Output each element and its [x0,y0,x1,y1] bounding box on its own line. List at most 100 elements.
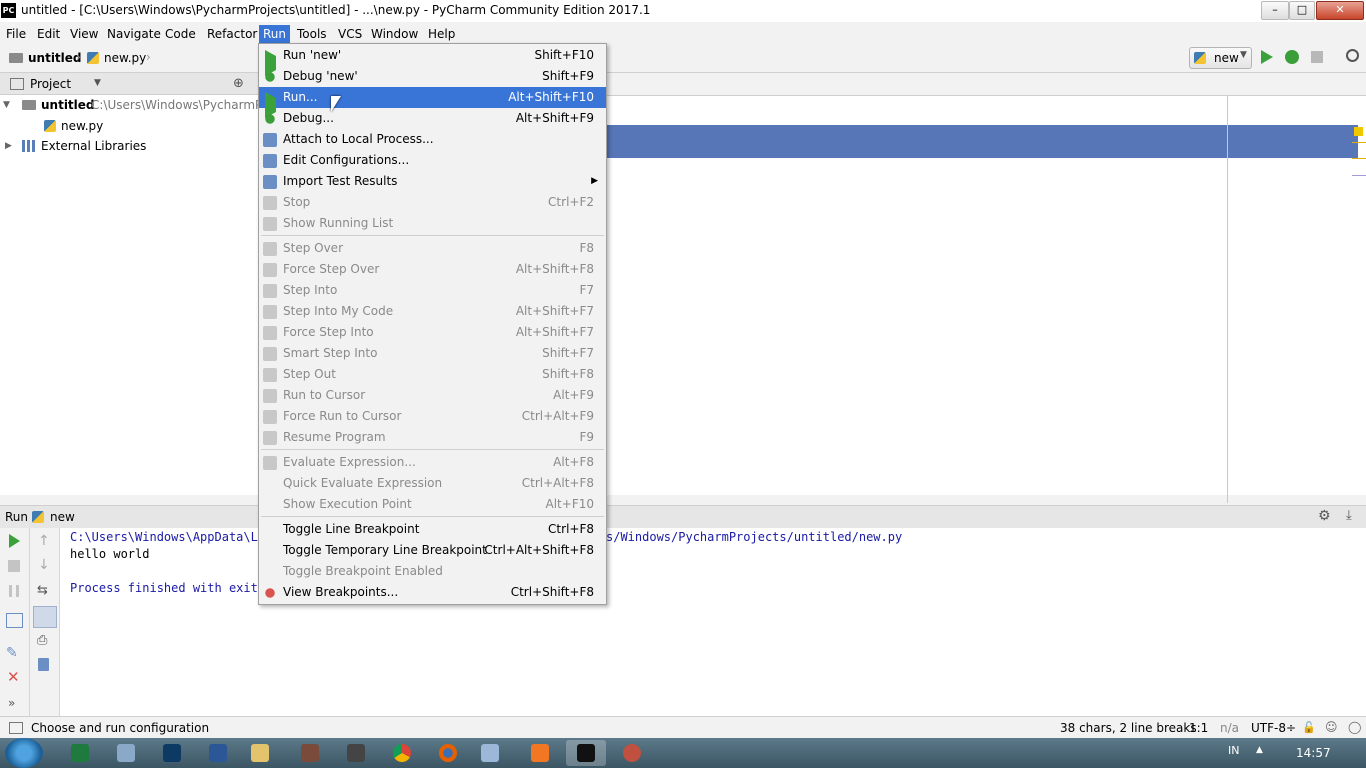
run-icon[interactable] [1261,50,1273,64]
menu-edit[interactable]: Edit [33,25,64,43]
menu-navigate[interactable]: Navigate [103,25,165,43]
tree-item-root[interactable]: ▼ untitled C:\Users\Windows\PycharmPro [0,95,274,115]
menu-refactor[interactable]: Refactor [203,25,261,43]
menu-item-debug[interactable]: Debug... Alt+Shift+F9 [259,108,606,129]
menu-item-shortcut: Alt+Shift+F7 [515,325,594,339]
stop-icon[interactable] [8,560,20,572]
more-icon[interactable]: » [8,696,15,710]
event-log-icon[interactable]: ◯ [1348,720,1361,734]
rerun-icon[interactable] [9,534,20,548]
breadcrumb-project[interactable]: untitled [28,51,82,65]
taskbar-network[interactable] [106,740,146,766]
menu-item-shortcut: Ctrl+Alt+F8 [521,476,594,490]
library-icon [22,140,36,152]
menu-item-view-breakpoints[interactable]: View Breakpoints... Ctrl+Shift+F8 [259,582,606,603]
console-line-exit: Process finished with exit [70,581,258,595]
arrow-down-icon[interactable]: ↓ [38,557,50,573]
taskbar-excel[interactable] [60,740,100,766]
taskbar-app2[interactable] [612,740,652,766]
menu-view[interactable]: View [66,25,102,43]
maximize-button[interactable]: □ [1289,1,1315,20]
run-tab-label[interactable]: new [50,510,75,524]
taskbar-explorer[interactable] [240,740,280,766]
menu-vcs[interactable]: VCS [334,25,366,43]
expand-right-icon[interactable]: ▶ [5,136,12,156]
gear-icon[interactable]: ⚙ [1318,508,1331,524]
clock[interactable]: 14:57 [1296,746,1331,760]
tree-item-libraries[interactable]: ▶ External Libraries [0,136,258,156]
run-toolbar-primary: ✎ ✕ » [0,528,30,716]
project-panel-title[interactable]: Project [30,77,71,91]
error-stripe-mark[interactable] [1352,158,1366,159]
debug-icon[interactable] [1285,50,1299,64]
run-toolbar-secondary: ↑ ↓ ⇆ ⎙ [30,528,60,716]
console-output[interactable]: C:\Users\Windows\AppData\Lo s/Windows/Py… [60,528,1366,716]
menu-item-run-to-cursor: Run to Cursor Alt+F9 [259,385,606,406]
menu-item-debug-new[interactable]: Debug 'new' Shift+F9 [259,66,606,87]
error-stripe-mark[interactable] [1352,175,1366,176]
taskbar-xampp[interactable] [520,740,560,766]
search-icon[interactable] [1346,49,1359,62]
expand-down-icon[interactable]: ▼ [3,95,10,115]
menu-help[interactable]: Help [424,25,459,43]
menu-item-toggle-line-breakpoint[interactable]: Toggle Line Breakpoint Ctrl+F8 [259,519,606,540]
menu-item-toggle-temporary-line-breakpoint[interactable]: Toggle Temporary Line Breakpoint Ctrl+Alt… [259,540,606,561]
chevron-down-icon[interactable]: ▼ [94,78,101,88]
tool-windows-icon[interactable] [9,722,23,734]
menu-item-attach-to-local-process[interactable]: Attach to Local Process... [259,129,606,150]
restore-layout-icon[interactable] [6,613,23,628]
hide-panel-icon[interactable]: ⤓ [1346,508,1352,523]
arrow-up-icon[interactable]: ↑ [38,533,50,549]
menu-window[interactable]: Window [367,25,422,43]
stop-icon[interactable] [1311,51,1323,63]
menu-item-label: Toggle Line Breakpoint [283,522,420,536]
soft-wrap-icon[interactable]: ⇆ [37,583,48,598]
menu-tools[interactable]: Tools [293,25,331,43]
close-button[interactable]: ✕ [1316,1,1364,20]
folder-icon [22,100,36,110]
menu-file[interactable]: File [2,25,30,43]
tree-item-file[interactable]: new.py [0,116,258,136]
menu-item-edit-configurations[interactable]: Edit Configurations... [259,150,606,171]
hector-icon[interactable]: ☺ [1325,720,1338,734]
start-button-icon[interactable] [5,738,43,768]
taskbar-app[interactable] [290,740,330,766]
status-encoding[interactable]: UTF-8÷ [1251,721,1296,735]
taskbar-window[interactable] [470,740,510,766]
breakpoints-icon [263,586,277,600]
menu-item-stop: Stop Ctrl+F2 [259,192,606,213]
status-line-separator[interactable]: n/a [1220,721,1239,735]
taskbar-firefox[interactable] [428,740,468,766]
console-line-command: C:\Users\Windows\AppData\Lo [70,530,266,544]
taskbar-photoshop[interactable] [152,740,192,766]
inspection-status-icon[interactable] [1354,127,1363,136]
language-indicator[interactable]: IN [1228,744,1239,757]
lock-icon[interactable]: 🔓 [1302,721,1316,734]
error-stripe-mark[interactable] [1352,142,1366,143]
menu-code[interactable]: Code [161,25,200,43]
breadcrumb-file[interactable]: new.py [104,51,146,65]
pin-icon[interactable]: ✎ [6,645,18,661]
close-icon[interactable]: ✕ [7,668,20,686]
menu-run[interactable]: Run [259,25,291,43]
run-config-dropdown[interactable]: new ▼ [1189,47,1252,69]
scroll-to-end-icon[interactable] [33,606,57,628]
menu-item-run[interactable]: Run... Alt+Shift+F10 [259,87,606,118]
tray-arrow-icon[interactable]: ▲ [1256,745,1263,755]
target-icon[interactable]: ⊕ [233,76,244,91]
taskbar-video[interactable] [336,740,376,766]
menu-item-shortcut: Alt+F10 [545,497,594,511]
taskbar-word[interactable] [198,740,238,766]
menu-item-run-new[interactable]: Run 'new' Shift+F10 [259,45,606,76]
taskbar-pycharm[interactable] [566,740,606,766]
taskbar-chrome[interactable] [382,740,422,766]
right-margin-line [1227,95,1228,503]
menu-item-smart-step-into: Smart Step Into Shift+F7 [259,343,606,364]
trash-icon[interactable] [38,658,49,671]
pause-icon[interactable] [9,585,19,597]
menu-item-import-test-results[interactable]: Import Test Results ▶ [259,171,606,192]
minimize-button[interactable]: – [1261,1,1289,20]
print-icon[interactable]: ⎙ [37,633,47,648]
status-caret-position[interactable]: 1:1 [1189,721,1208,735]
menu-item-step-into-my-code: Step Into My Code Alt+Shift+F7 [259,301,606,322]
